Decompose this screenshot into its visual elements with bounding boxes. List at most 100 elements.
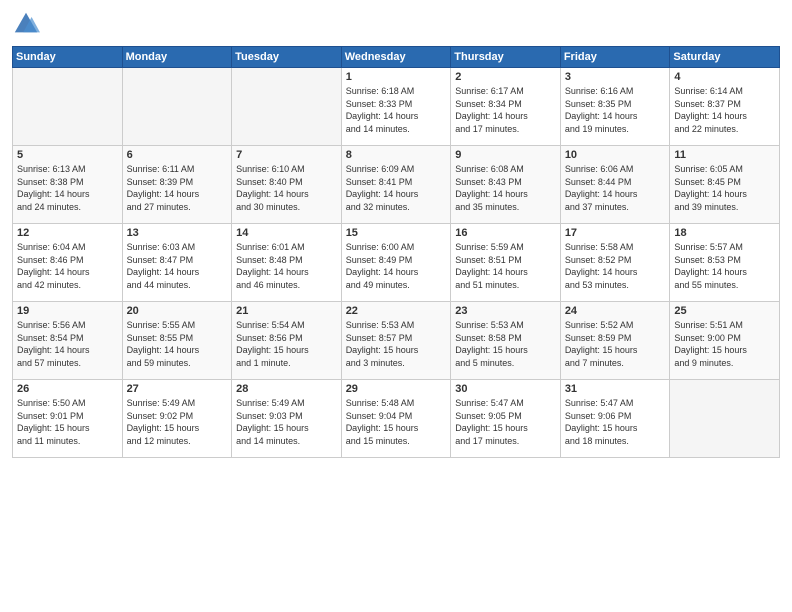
calendar-cell: 16Sunrise: 5:59 AM Sunset: 8:51 PM Dayli… — [451, 224, 561, 302]
day-number: 25 — [674, 305, 775, 317]
day-number: 8 — [346, 149, 447, 161]
day-number: 4 — [674, 71, 775, 83]
day-number: 5 — [17, 149, 118, 161]
day-number: 6 — [127, 149, 228, 161]
calendar-cell: 20Sunrise: 5:55 AM Sunset: 8:55 PM Dayli… — [122, 302, 232, 380]
calendar-cell: 13 Sunrise: 6:03 AM Sunset: 8:47 PM Dayli… — [122, 224, 232, 302]
calendar-cell: 1Sunrise: 6:18 AM Sunset: 8:33 PM Daylig… — [341, 68, 451, 146]
day-number: 12 — [17, 227, 118, 239]
calendar-cell: 4 Sunrise: 6:14 AM Sunset: 8:37 PM Daylig… — [670, 68, 780, 146]
day-number: 2 — [455, 71, 556, 83]
calendar-table: SundayMondayTuesdayWednesdayThursdayFrid… — [12, 46, 780, 458]
day-number: 30 — [455, 383, 556, 395]
day-number: 14 — [236, 227, 337, 239]
calendar-cell: 5 Sunrise: 6:13 AM Sunset: 8:38 PM Daylig… — [13, 146, 123, 224]
day-number: 18 — [674, 227, 775, 239]
calendar-cell: 27 Sunrise: 5:49 AM Sunset: 9:02 PM Dayli… — [122, 380, 232, 458]
calendar-cell: 19Sunrise: 5:56 AM Sunset: 8:54 PM Dayli… — [13, 302, 123, 380]
calendar-cell — [670, 380, 780, 458]
calendar-cell — [122, 68, 232, 146]
calendar-cell: 11Sunrise: 6:05 AM Sunset: 8:45 PM Dayli… — [670, 146, 780, 224]
calendar-cell — [13, 68, 123, 146]
calendar-cell: 6 Sunrise: 6:11 AM Sunset: 8:39 PM Daylig… — [122, 146, 232, 224]
day-info: Sunrise: 6:14 AM Sunset: 8:37 PM Dayligh… — [674, 85, 775, 135]
weekday-header-thursday: Thursday — [451, 47, 561, 68]
day-number: 11 — [674, 149, 775, 161]
day-info: Sunrise: 5:56 AM Sunset: 8:54 PM Dayligh… — [17, 319, 118, 369]
day-info: Sunrise: 5:50 AM Sunset: 9:01 PM Dayligh… — [17, 397, 118, 447]
calendar-cell — [232, 68, 342, 146]
calendar-cell: 24 Sunrise: 5:52 AM Sunset: 8:59 PM Dayli… — [560, 302, 670, 380]
calendar-cell: 18 Sunrise: 5:57 AM Sunset: 8:53 PM Dayli… — [670, 224, 780, 302]
day-info: Sunrise: 5:59 AM Sunset: 8:51 PM Dayligh… — [455, 241, 556, 291]
calendar-cell: 26 Sunrise: 5:50 AM Sunset: 9:01 PM Dayli… — [13, 380, 123, 458]
day-info: Sunrise: 5:53 AM Sunset: 8:58 PM Dayligh… — [455, 319, 556, 369]
day-number: 29 — [346, 383, 447, 395]
calendar-cell: 15 Sunrise: 6:00 AM Sunset: 8:49 PM Dayli… — [341, 224, 451, 302]
calendar-cell: 23 Sunrise: 5:53 AM Sunset: 8:58 PM Dayli… — [451, 302, 561, 380]
logo-icon — [12, 10, 40, 38]
calendar-cell: 29Sunrise: 5:48 AM Sunset: 9:04 PM Dayli… — [341, 380, 451, 458]
day-info: Sunrise: 6:06 AM Sunset: 8:44 PM Dayligh… — [565, 163, 666, 213]
weekday-header-saturday: Saturday — [670, 47, 780, 68]
calendar-week-2: 5 Sunrise: 6:13 AM Sunset: 8:38 PM Daylig… — [13, 146, 780, 224]
day-info: Sunrise: 6:13 AM Sunset: 8:38 PM Dayligh… — [17, 163, 118, 213]
calendar-cell: 31 Sunrise: 5:47 AM Sunset: 9:06 PM Dayli… — [560, 380, 670, 458]
calendar-week-3: 12 Sunrise: 6:04 AM Sunset: 8:46 PM Dayli… — [13, 224, 780, 302]
day-number: 17 — [565, 227, 666, 239]
page-container: SundayMondayTuesdayWednesdayThursdayFrid… — [0, 0, 792, 612]
calendar-cell: 12 Sunrise: 6:04 AM Sunset: 8:46 PM Dayli… — [13, 224, 123, 302]
day-info: Sunrise: 5:49 AM Sunset: 9:02 PM Dayligh… — [127, 397, 228, 447]
day-info: Sunrise: 6:11 AM Sunset: 8:39 PM Dayligh… — [127, 163, 228, 213]
calendar-week-4: 19Sunrise: 5:56 AM Sunset: 8:54 PM Dayli… — [13, 302, 780, 380]
day-info: Sunrise: 5:58 AM Sunset: 8:52 PM Dayligh… — [565, 241, 666, 291]
day-info: Sunrise: 6:04 AM Sunset: 8:46 PM Dayligh… — [17, 241, 118, 291]
calendar-week-5: 26 Sunrise: 5:50 AM Sunset: 9:01 PM Dayli… — [13, 380, 780, 458]
day-info: Sunrise: 5:51 AM Sunset: 9:00 PM Dayligh… — [674, 319, 775, 369]
calendar-cell: 28 Sunrise: 5:49 AM Sunset: 9:03 PM Dayli… — [232, 380, 342, 458]
calendar-cell: 8 Sunrise: 6:09 AM Sunset: 8:41 PM Daylig… — [341, 146, 451, 224]
day-number: 15 — [346, 227, 447, 239]
day-number: 3 — [565, 71, 666, 83]
calendar-cell: 21 Sunrise: 5:54 AM Sunset: 8:56 PM Dayli… — [232, 302, 342, 380]
day-info: Sunrise: 5:52 AM Sunset: 8:59 PM Dayligh… — [565, 319, 666, 369]
day-info: Sunrise: 6:01 AM Sunset: 8:48 PM Dayligh… — [236, 241, 337, 291]
calendar-cell: 17 Sunrise: 5:58 AM Sunset: 8:52 PM Dayli… — [560, 224, 670, 302]
day-info: Sunrise: 5:47 AM Sunset: 9:05 PM Dayligh… — [455, 397, 556, 447]
weekday-header-friday: Friday — [560, 47, 670, 68]
day-number: 31 — [565, 383, 666, 395]
day-number: 28 — [236, 383, 337, 395]
day-number: 21 — [236, 305, 337, 317]
day-number: 24 — [565, 305, 666, 317]
day-info: Sunrise: 5:49 AM Sunset: 9:03 PM Dayligh… — [236, 397, 337, 447]
day-number: 23 — [455, 305, 556, 317]
calendar-cell: 10 Sunrise: 6:06 AM Sunset: 8:44 PM Dayli… — [560, 146, 670, 224]
day-number: 10 — [565, 149, 666, 161]
day-info: Sunrise: 5:57 AM Sunset: 8:53 PM Dayligh… — [674, 241, 775, 291]
day-number: 26 — [17, 383, 118, 395]
logo — [12, 10, 44, 38]
calendar-cell: 2 Sunrise: 6:17 AM Sunset: 8:34 PM Daylig… — [451, 68, 561, 146]
day-number: 27 — [127, 383, 228, 395]
calendar-header: SundayMondayTuesdayWednesdayThursdayFrid… — [13, 47, 780, 68]
day-info: Sunrise: 6:00 AM Sunset: 8:49 PM Dayligh… — [346, 241, 447, 291]
day-info: Sunrise: 5:47 AM Sunset: 9:06 PM Dayligh… — [565, 397, 666, 447]
day-number: 22 — [346, 305, 447, 317]
day-info: Sunrise: 6:17 AM Sunset: 8:34 PM Dayligh… — [455, 85, 556, 135]
day-info: Sunrise: 6:03 AM Sunset: 8:47 PM Dayligh… — [127, 241, 228, 291]
day-number: 9 — [455, 149, 556, 161]
calendar-body: 1Sunrise: 6:18 AM Sunset: 8:33 PM Daylig… — [13, 68, 780, 458]
page-header — [12, 10, 780, 38]
day-info: Sunrise: 5:55 AM Sunset: 8:55 PM Dayligh… — [127, 319, 228, 369]
day-info: Sunrise: 6:09 AM Sunset: 8:41 PM Dayligh… — [346, 163, 447, 213]
calendar-cell: 9 Sunrise: 6:08 AM Sunset: 8:43 PM Daylig… — [451, 146, 561, 224]
day-info: Sunrise: 6:08 AM Sunset: 8:43 PM Dayligh… — [455, 163, 556, 213]
day-number: 13 — [127, 227, 228, 239]
calendar-week-1: 1Sunrise: 6:18 AM Sunset: 8:33 PM Daylig… — [13, 68, 780, 146]
calendar-cell: 30 Sunrise: 5:47 AM Sunset: 9:05 PM Dayli… — [451, 380, 561, 458]
day-info: Sunrise: 5:54 AM Sunset: 8:56 PM Dayligh… — [236, 319, 337, 369]
calendar-cell: 25 Sunrise: 5:51 AM Sunset: 9:00 PM Dayli… — [670, 302, 780, 380]
weekday-header-wednesday: Wednesday — [341, 47, 451, 68]
calendar-cell: 7Sunrise: 6:10 AM Sunset: 8:40 PM Daylig… — [232, 146, 342, 224]
day-info: Sunrise: 6:10 AM Sunset: 8:40 PM Dayligh… — [236, 163, 337, 213]
